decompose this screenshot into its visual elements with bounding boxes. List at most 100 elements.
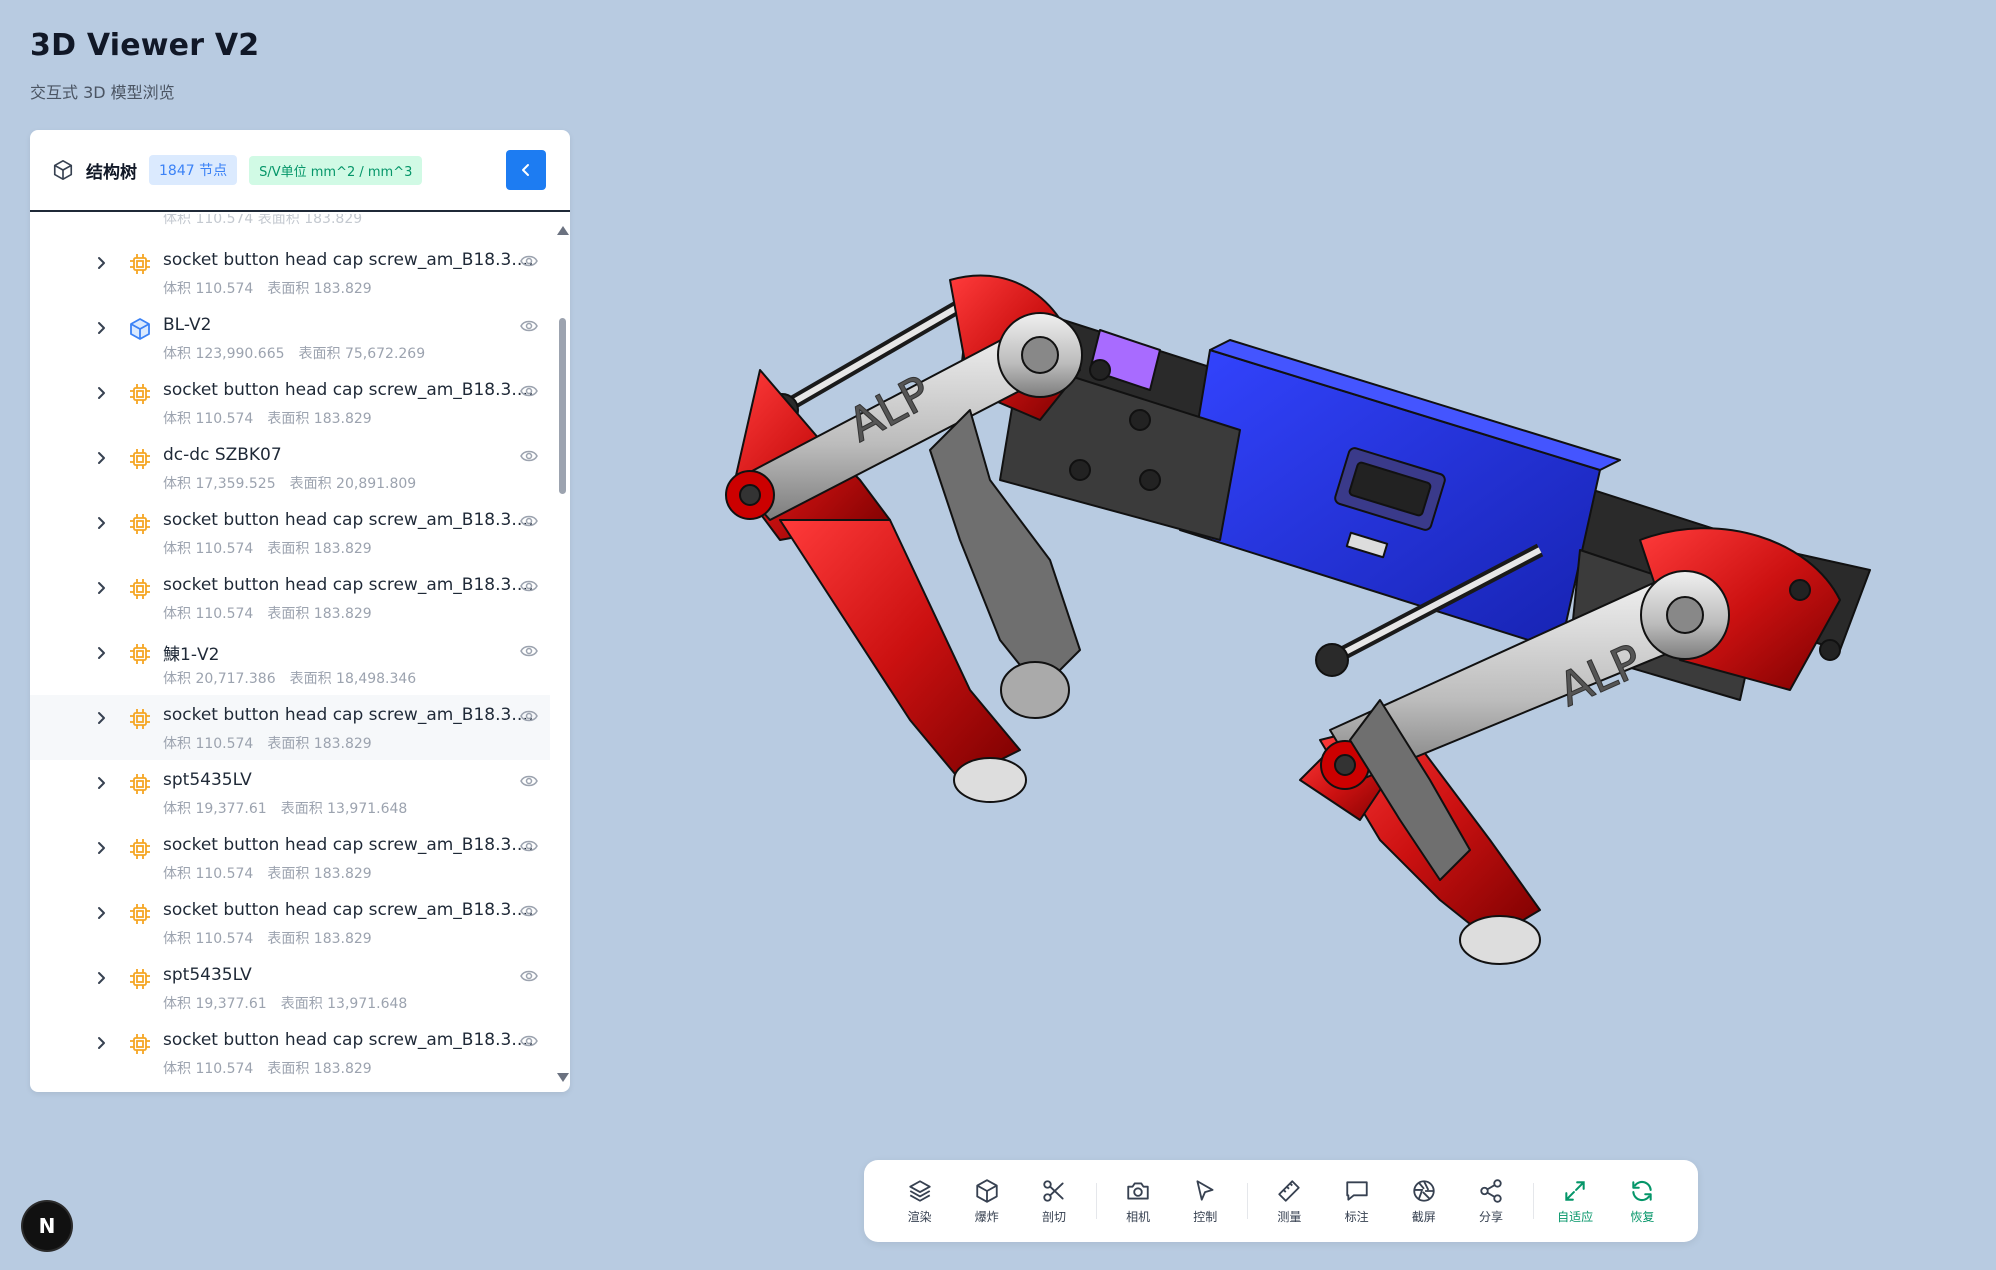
tree-node-meta: 体积 17,359.525 表面积 20,891.809 bbox=[163, 473, 416, 493]
tree-row[interactable]: BL-V2 体积 123,990.665 表面积 75,672.269 bbox=[30, 305, 550, 370]
chevron-right-icon[interactable] bbox=[94, 1036, 108, 1050]
unit-badge: S/V单位 mm^2 / mm^3 bbox=[249, 155, 423, 185]
tree-node-area: 表面积 183.829 bbox=[267, 931, 372, 947]
tree-node-meta: 体积 110.574 表面积 183.829 bbox=[163, 603, 372, 623]
control-label: 控制 bbox=[1193, 1209, 1218, 1224]
eye-icon[interactable] bbox=[520, 514, 538, 528]
tree-node-volume: 体积 110.574 bbox=[163, 281, 254, 297]
eye-icon[interactable] bbox=[520, 709, 538, 723]
explode-button[interactable]: 爆炸 bbox=[953, 1178, 1020, 1225]
part-icon bbox=[128, 512, 152, 536]
tree-node-meta: 体积 123,990.665 表面积 75,672.269 bbox=[163, 343, 425, 363]
tree-node-name: socket button head cap screw_am_B18.3.1M… bbox=[163, 380, 541, 400]
eye-icon[interactable] bbox=[520, 774, 538, 788]
eye-icon[interactable] bbox=[520, 319, 538, 333]
share-button[interactable]: 分享 bbox=[1457, 1178, 1524, 1225]
tree-node-volume: 体积 19,377.61 bbox=[163, 996, 267, 1012]
chevron-right-icon[interactable] bbox=[94, 646, 108, 660]
tree-row[interactable]: socket button head cap screw_am_B18.3.1M… bbox=[30, 1020, 550, 1085]
cube-icon bbox=[976, 1178, 998, 1203]
tree-node-meta: 体积 110.574 表面积 183.829 bbox=[163, 733, 372, 753]
tree-node-meta: 体积 110.574 表面积 183.829 bbox=[163, 538, 372, 558]
tree-row[interactable]: socket button head cap screw_am_B18.3.1M… bbox=[30, 370, 550, 435]
camera-button[interactable]: 相机 bbox=[1105, 1178, 1172, 1225]
tree-node-name: socket button head cap screw_am_B18.3.1M… bbox=[163, 250, 541, 270]
chevron-right-icon[interactable] bbox=[94, 256, 108, 270]
tree-row[interactable]: socket button head cap screw_am_B18.3.1M… bbox=[30, 890, 550, 955]
chevron-right-icon[interactable] bbox=[94, 451, 108, 465]
measure-button[interactable]: 测量 bbox=[1256, 1178, 1323, 1225]
reset-view-button[interactable]: 恢复 bbox=[1609, 1178, 1676, 1225]
screenshot-button[interactable]: 截屏 bbox=[1390, 1178, 1457, 1225]
toolbar-divider bbox=[1246, 1183, 1248, 1219]
toolbar-divider bbox=[1532, 1183, 1534, 1219]
scroll-down-arrow[interactable] bbox=[557, 1073, 569, 1082]
part-icon bbox=[128, 252, 152, 276]
section-button[interactable]: 剖切 bbox=[1020, 1178, 1087, 1225]
chevron-right-icon[interactable] bbox=[94, 906, 108, 920]
eye-icon[interactable] bbox=[520, 254, 538, 268]
tree-row[interactable]: socket button head cap screw_am_B18.3.1M… bbox=[30, 825, 550, 890]
fit-view-button[interactable]: 自适应 bbox=[1542, 1178, 1609, 1225]
tree-node-volume: 体积 17,359.525 bbox=[163, 476, 276, 492]
camera-label: 相机 bbox=[1126, 1209, 1151, 1224]
cursor-icon bbox=[1196, 1179, 1214, 1201]
eye-icon[interactable] bbox=[520, 839, 538, 853]
tree-row[interactable]: socket button head cap screw_am_B18.3.1M… bbox=[30, 240, 550, 305]
eye-icon[interactable] bbox=[520, 384, 538, 398]
eye-icon[interactable] bbox=[520, 1034, 538, 1048]
eye-icon[interactable] bbox=[520, 644, 538, 658]
3d-viewport[interactable]: ALP ALP bbox=[640, 220, 1900, 1060]
scroll-up-arrow[interactable] bbox=[557, 226, 569, 235]
tree-row[interactable]: spt5435LV 体积 19,377.61 表面积 13,971.648 bbox=[30, 760, 550, 825]
tree-list[interactable]: 体积 110.574 表面积 183.829 socket button hea… bbox=[30, 214, 570, 1092]
fit-view-label: 自适应 bbox=[1557, 1209, 1594, 1224]
chevron-right-icon[interactable] bbox=[94, 711, 108, 725]
reset-view-label: 恢复 bbox=[1630, 1209, 1655, 1224]
tree-node-meta: 体积 110.574 表面积 183.829 bbox=[163, 278, 372, 298]
control-button[interactable]: 控制 bbox=[1172, 1178, 1239, 1225]
chevron-right-icon[interactable] bbox=[94, 386, 108, 400]
tree-node-name: BL-V2 bbox=[163, 315, 212, 335]
tree-node-volume: 体积 110.574 bbox=[163, 736, 254, 752]
app-subtitle: 交互式 3D 模型浏览 bbox=[30, 83, 175, 102]
part-icon bbox=[128, 902, 152, 926]
tree-row[interactable]: spt5435LV 体积 19,377.61 表面积 13,971.648 bbox=[30, 955, 550, 1020]
annotate-label: 标注 bbox=[1344, 1209, 1369, 1224]
collapse-panel-button[interactable] bbox=[506, 150, 546, 190]
chevron-right-icon[interactable] bbox=[94, 581, 108, 595]
screenshot-label: 截屏 bbox=[1411, 1209, 1436, 1224]
eye-icon[interactable] bbox=[520, 969, 538, 983]
tree-row[interactable]: dc-dc SZBK07 体积 17,359.525 表面积 20,891.809 bbox=[30, 435, 550, 500]
part-icon bbox=[128, 447, 152, 471]
eye-icon[interactable] bbox=[520, 579, 538, 593]
tree-node-volume: 体积 110.574 bbox=[163, 866, 254, 882]
chevron-right-icon[interactable] bbox=[94, 971, 108, 985]
tree-scrollbar[interactable] bbox=[556, 226, 569, 1082]
tree-node-name: socket button head cap screw_am_B18.3.1M… bbox=[163, 510, 541, 530]
eye-icon[interactable] bbox=[520, 904, 538, 918]
tree-node-volume: 体积 110.574 bbox=[163, 606, 254, 622]
scroll-thumb[interactable] bbox=[559, 318, 566, 494]
section-label: 剖切 bbox=[1041, 1209, 1066, 1224]
tree-row[interactable]: 鯟1-V2 体积 20,717.386 表面积 18,498.346 bbox=[30, 630, 550, 695]
tree-node-meta: 体积 110.574 表面积 183.829 bbox=[163, 863, 372, 883]
chevron-right-icon[interactable] bbox=[94, 516, 108, 530]
tree-node-area: 表面积 183.829 bbox=[267, 866, 372, 882]
assembly-icon bbox=[128, 317, 152, 341]
aperture-icon bbox=[1413, 1179, 1435, 1202]
tree-row[interactable]: socket button head cap screw_am_B18.3.1M… bbox=[30, 500, 550, 565]
chevron-right-icon[interactable] bbox=[94, 776, 108, 790]
eye-icon[interactable] bbox=[520, 449, 538, 463]
annotate-button[interactable]: 标注 bbox=[1323, 1178, 1390, 1225]
tree-node-area: 表面积 183.829 bbox=[267, 1061, 372, 1077]
tree-row[interactable]: socket button head cap screw_am_B18.3.1M… bbox=[30, 565, 550, 630]
render-button[interactable]: 渲染 bbox=[886, 1178, 953, 1225]
chevron-right-icon[interactable] bbox=[94, 321, 108, 335]
tree-node-area: 表面积 18,498.346 bbox=[289, 671, 417, 687]
tree-row[interactable]: socket button head cap screw_am_B18.3.1M… bbox=[30, 695, 550, 760]
chevron-right-icon[interactable] bbox=[94, 841, 108, 855]
tree-node-volume: 体积 123,990.665 bbox=[163, 346, 285, 362]
dev-tools-badge[interactable]: N bbox=[23, 1202, 71, 1250]
tree-node-volume: 体积 19,377.61 bbox=[163, 801, 267, 817]
